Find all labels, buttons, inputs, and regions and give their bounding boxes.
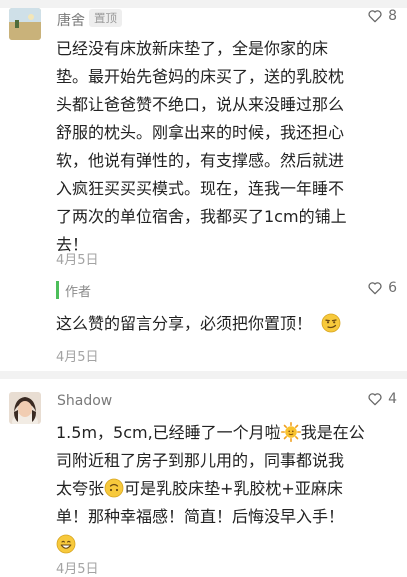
comment-text-line: 1.5m，5cm,已经睡了一个月啦 我是在公 — [56, 419, 396, 447]
comment-text-line: 舒服的枕头。刚拿出来的时候，我还担心 — [56, 123, 345, 142]
comment-item: Shadow 4 1.5m，5cm,已经睡了一个月啦 我是在公 司附近租了房子到… — [0, 379, 407, 577]
comment-separator — [0, 371, 407, 379]
comment-date: 4月5日 — [56, 253, 99, 268]
avatar[interactable] — [9, 392, 41, 424]
comment-text: 已经没有床放新床垫了，全是你家的床 垫。最开始先爸妈的床买了，送的乳胶枕 头都让… — [56, 35, 396, 259]
text-segment: 我是在公 — [300, 423, 365, 442]
like-count: 6 — [388, 280, 397, 296]
comment-text-line: 单！那种幸福感！简直！后悔没早入手！ — [56, 507, 345, 526]
comment-text-line: 太夸张 可是乳胶床垫+乳胶枕+亚麻床 — [56, 475, 396, 503]
comment-text-line: 头都让爸爸赞不绝口，说从来没睡过那么 — [56, 95, 345, 114]
like-count: 4 — [388, 391, 397, 407]
comment-item: 唐舍 置顶 8 已经没有床放新床垫了，全是你家的床 垫。最开始先爸妈的床买了，送… — [0, 0, 407, 270]
comment-text-line: 了两次的单位宿舍，我都买了1cm的铺上 — [56, 207, 347, 226]
author-reply: 作者 6 这么赞的留言分享，必须把你置顶！ 4月5日 — [0, 270, 407, 370]
comment-text-line: 垫。最开始先爸妈的床买了，送的乳胶枕 — [56, 67, 345, 86]
comment-text-line: 司附近租了房子到那儿用的，同事都说我 — [56, 451, 345, 470]
comment-text: 1.5m，5cm,已经睡了一个月啦 我是在公 司附近租了房子到那儿用的，同事都说… — [56, 419, 396, 559]
like-button[interactable]: 4 — [367, 391, 397, 407]
comment-text-line: 入疯狂买买买模式。现在，连我一年睡不 — [56, 179, 345, 198]
sun-emoji-icon — [280, 422, 301, 442]
upside-down-face-emoji-icon — [104, 478, 124, 498]
heart-outline-icon — [368, 10, 382, 23]
text-segment: 太夸张 — [56, 479, 105, 498]
avatar[interactable] — [9, 8, 41, 40]
comment-username[interactable]: 唐舍 — [57, 10, 85, 30]
smirk-emoji-icon — [321, 313, 341, 333]
reply-date: 4月5日 — [56, 350, 99, 365]
pinned-badge: 置顶 — [89, 9, 122, 27]
reply-indicator-bar — [56, 281, 59, 299]
like-button[interactable]: 6 — [367, 280, 397, 296]
comment-text-line — [56, 531, 396, 559]
heart-outline-icon — [368, 282, 382, 295]
comment-date: 4月5日 — [56, 562, 99, 577]
like-count: 8 — [388, 8, 397, 24]
heart-outline-icon — [368, 393, 382, 406]
author-label: 作者 — [65, 285, 92, 300]
reply-text-content: 这么赞的留言分享，必须把你置顶！ — [56, 314, 313, 333]
like-button[interactable]: 8 — [367, 8, 397, 24]
text-segment: 可是乳胶床垫+乳胶枕+亚麻床 — [124, 479, 343, 498]
grin-emoji-icon — [56, 534, 76, 554]
comment-text-line: 去！ — [56, 235, 89, 254]
text-segment: 1.5m，5cm,已经睡了一个月啦 — [56, 423, 281, 442]
comment-username[interactable]: Shadow — [57, 393, 112, 409]
comment-text-line: 软，他说有弹性的，有支撑感。然后就进 — [56, 151, 345, 170]
reply-text: 这么赞的留言分享，必须把你置顶！ — [56, 310, 401, 338]
comment-text-line: 已经没有床放新床垫了，全是你家的床 — [56, 39, 329, 58]
